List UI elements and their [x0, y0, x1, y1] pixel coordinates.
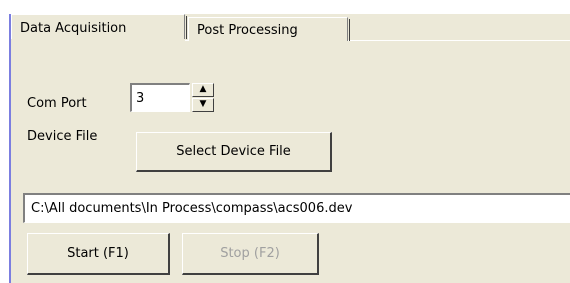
start-button[interactable]: Start (F1) — [27, 233, 170, 275]
device-file-label: Device File — [27, 129, 98, 144]
tab-post-processing-label: Post Processing — [197, 23, 298, 38]
tab-post-processing[interactable]: Post Processing — [188, 17, 350, 41]
window-frame: Data Acquisition Post Processing Com Por… — [0, 0, 570, 283]
spin-down-arrow-icon[interactable]: ▼ — [192, 98, 214, 112]
spin-up-arrow-icon[interactable]: ▲ — [192, 83, 214, 97]
com-port-label: Com Port — [27, 96, 87, 111]
tab-data-acquisition[interactable]: Data Acquisition — [11, 14, 187, 39]
tab-data-acquisition-label: Data Acquisition — [20, 21, 127, 36]
com-port-input[interactable] — [130, 83, 190, 112]
device-file-path-field[interactable] — [23, 193, 570, 223]
select-device-file-button[interactable]: Select Device File — [136, 132, 332, 172]
stop-button: Stop (F2) — [182, 233, 319, 275]
